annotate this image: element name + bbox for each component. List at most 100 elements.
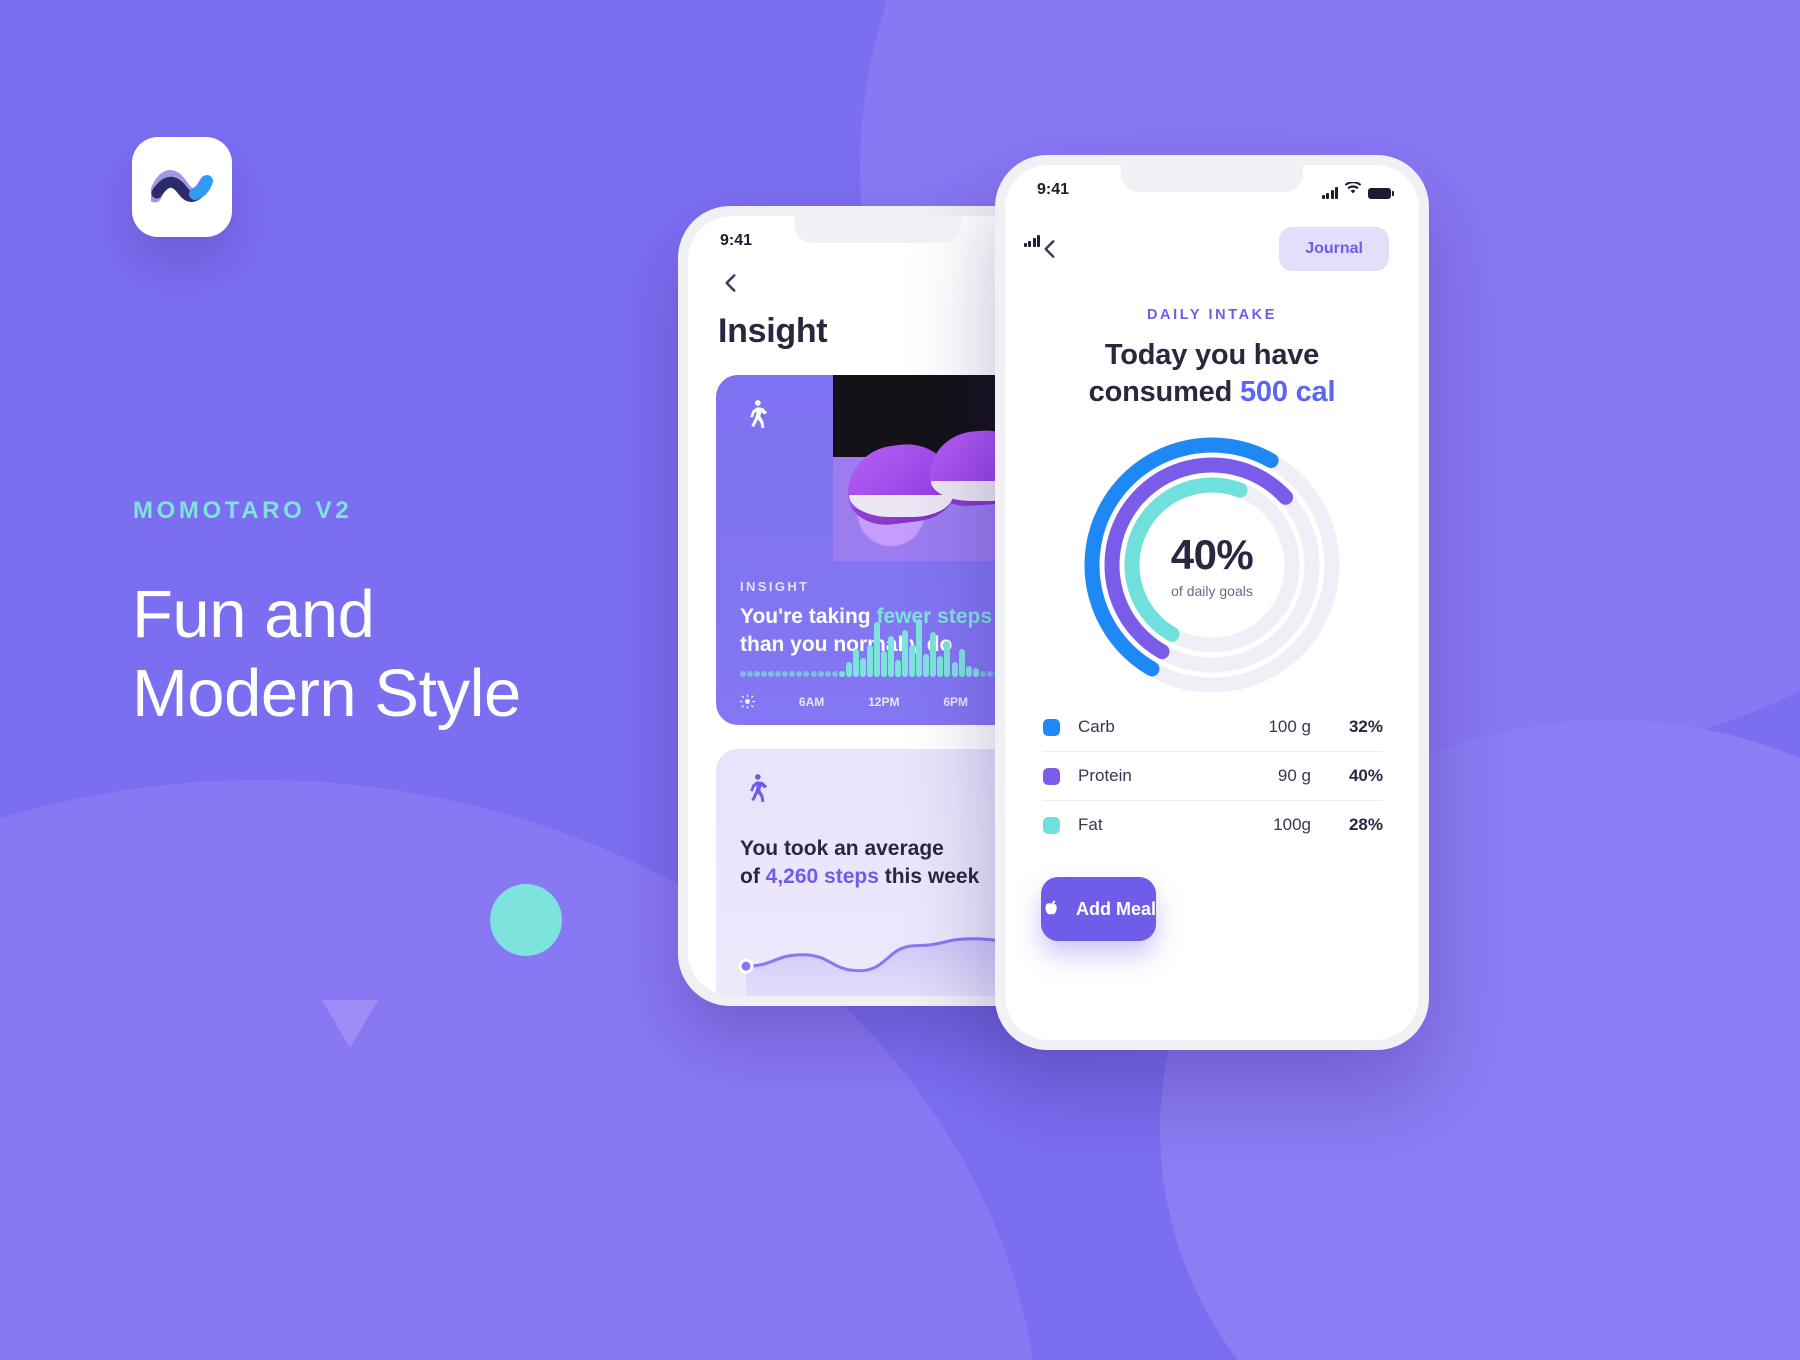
activity-bar xyxy=(866,645,873,677)
intake-title-line-2-pre: consumed xyxy=(1088,376,1240,409)
page-title: Fun and Modern Style xyxy=(132,575,521,733)
card-headline-accent: 4,260 steps xyxy=(765,865,879,889)
app-logo-tile xyxy=(132,137,232,237)
daily-activity-bar-chart xyxy=(740,613,1022,677)
activity-dot xyxy=(768,671,775,677)
legend-amount: 100 g xyxy=(1268,717,1311,737)
card-headline: You took an average of 4,260 steps this … xyxy=(740,835,1022,891)
brand-column: MOMOTARO V2 Fun and Modern Style xyxy=(132,0,772,1360)
donut-percent: 40% xyxy=(1170,531,1254,579)
card-headline-of: of xyxy=(740,865,766,889)
intake-title-line-1: Today you have xyxy=(1104,339,1320,371)
activity-bar xyxy=(958,649,965,677)
activity-bar xyxy=(923,653,930,677)
legend-swatch-fat xyxy=(1043,816,1060,834)
legend-row[interactable]: Carb 100 g 32% xyxy=(1043,703,1383,753)
activity-dot xyxy=(824,671,831,677)
activity-bar xyxy=(852,649,859,677)
intake-title-calories: 500 cal xyxy=(1239,376,1336,409)
intake-status-bar: 9:41 xyxy=(1005,165,1419,199)
legend-row[interactable]: Fat 100g 28% xyxy=(1043,801,1383,849)
donut-caption: of daily goals xyxy=(1171,583,1253,600)
journal-button[interactable]: Journal xyxy=(1279,227,1389,271)
legend-percent: 32% xyxy=(1348,717,1383,737)
activity-bar xyxy=(873,621,880,677)
legend-label: Fat xyxy=(1078,815,1103,835)
wifi-icon xyxy=(1344,181,1362,199)
card-headline-pre: You took an average xyxy=(740,837,944,860)
card-headline-post: this week xyxy=(878,865,980,889)
phone-mockup-daily-intake: 9:41 Journal DAILY INTAKE Today you have… xyxy=(995,155,1429,1050)
legend-percent: 40% xyxy=(1348,766,1383,786)
activity-dot xyxy=(740,671,746,677)
add-meal-label: Add Meal xyxy=(1076,898,1157,919)
activity-dot xyxy=(796,671,803,677)
status-time: 9:41 xyxy=(1037,181,1070,198)
intake-title: Today you have consumed 500 cal xyxy=(1005,337,1419,411)
activity-bar xyxy=(888,636,895,677)
activity-bar xyxy=(944,640,951,677)
card-eyebrow: INSIGHT xyxy=(740,579,810,594)
insight-card-fewer-steps[interactable]: INSIGHT You're taking fewer steps than y… xyxy=(716,375,1040,725)
activity-bar xyxy=(845,662,852,677)
brand-eyebrow: MOMOTARO V2 xyxy=(133,497,353,524)
signal-bars-icon xyxy=(1322,187,1338,199)
daily-activity-axis: 6AM 12PM 6PM xyxy=(739,694,1022,709)
activity-dot xyxy=(789,671,796,677)
walking-person-icon xyxy=(738,397,772,431)
legend-label: Carb xyxy=(1078,717,1115,737)
activity-dot xyxy=(817,671,824,677)
activity-dot xyxy=(782,671,789,677)
activity-bar xyxy=(972,668,979,677)
activity-dot xyxy=(761,671,768,677)
axis-tick-12pm: 12PM xyxy=(868,694,900,709)
activity-dot xyxy=(979,671,986,677)
activity-dot xyxy=(803,671,810,677)
activity-dot xyxy=(747,671,754,677)
status-icon-group xyxy=(1024,235,1040,247)
daily-intake-screen: 9:41 Journal DAILY INTAKE Today you have… xyxy=(1005,165,1419,1040)
chevron-left-icon[interactable] xyxy=(718,270,1038,296)
activity-dot xyxy=(775,671,782,677)
insight-card-weekly-average[interactable]: You took an average of 4,260 steps this … xyxy=(716,749,1040,996)
activity-bar xyxy=(838,670,845,677)
activity-bar xyxy=(881,651,887,677)
status-icon-group xyxy=(1322,181,1394,199)
activity-bar xyxy=(895,659,902,677)
decorative-circle xyxy=(490,884,562,956)
headline-line-2: Modern Style xyxy=(132,656,521,732)
activity-dot xyxy=(831,671,838,677)
headline-line-1: Fun and xyxy=(132,577,375,652)
insight-status-bar: 9:41 xyxy=(688,216,1068,250)
legend-swatch-protein xyxy=(1043,767,1060,785)
signal-bars-icon xyxy=(1024,235,1040,247)
activity-bar xyxy=(859,657,866,677)
legend-swatch-carb xyxy=(1043,718,1060,736)
activity-dot xyxy=(754,671,761,677)
activity-dot xyxy=(810,671,817,677)
weekly-steps-area-chart xyxy=(716,903,1040,996)
activity-bar xyxy=(916,619,923,677)
legend-label: Protein xyxy=(1078,766,1132,786)
activity-bar xyxy=(951,662,958,677)
legend-row[interactable]: Protein 90 g 40% xyxy=(1043,752,1383,802)
axis-tick-6pm: 6PM xyxy=(943,694,969,709)
decorative-triangle xyxy=(322,1000,378,1048)
legend-percent: 28% xyxy=(1348,815,1383,835)
nutrition-legend: Carb 100 g 32% Protein 90 g 40% Fat 100g 28% xyxy=(1005,699,1419,849)
battery-full-icon xyxy=(1368,187,1394,199)
add-meal-button[interactable]: Add Meal xyxy=(1041,877,1157,942)
activity-bar xyxy=(930,632,937,677)
daily-intake-donut-chart: 40% of daily goals xyxy=(1062,431,1362,699)
status-time: 9:41 xyxy=(720,232,753,249)
walking-person-icon xyxy=(738,771,772,805)
apple-icon xyxy=(1041,899,1062,920)
activity-bar xyxy=(909,645,916,677)
momotaro-wave-logo-icon xyxy=(151,166,213,208)
legend-amount: 90 g xyxy=(1277,766,1311,786)
legend-amount: 100g xyxy=(1273,815,1311,835)
donut-center-label: 40% of daily goals xyxy=(1171,531,1254,599)
activity-bar xyxy=(937,655,944,677)
activity-dot xyxy=(986,671,993,677)
activity-bar xyxy=(965,666,972,677)
